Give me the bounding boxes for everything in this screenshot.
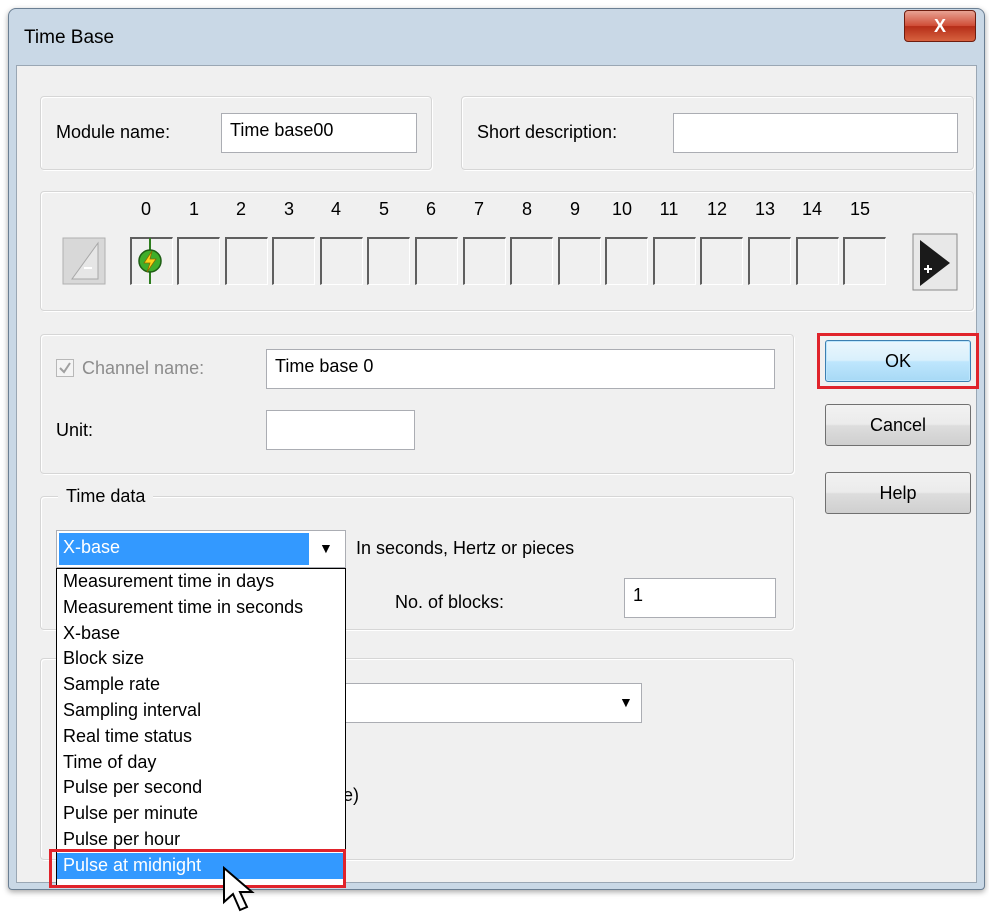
channel-number-10: 10: [611, 199, 633, 219]
selected-value-text: X-base: [63, 537, 121, 557]
list-item[interactable]: Sample rate: [57, 672, 345, 698]
no-of-blocks-label: No. of blocks:: [395, 592, 505, 612]
close-button[interactable]: X: [904, 10, 976, 42]
lower-select[interactable]: ▼: [296, 683, 642, 723]
channel-number-0: 0: [140, 199, 151, 219]
channel-number-11: 11: [659, 199, 679, 219]
time-data-select[interactable]: X-base ▼: [56, 530, 346, 568]
list-item[interactable]: Real time status: [57, 724, 345, 750]
channel-slot-10[interactable]: [605, 237, 648, 285]
time-data-group-label: Time data: [58, 486, 154, 507]
unit-label: Unit:: [56, 420, 94, 440]
channel-number-6: 6: [425, 199, 436, 219]
channel-slot-13[interactable]: [748, 237, 791, 285]
module-name-label: Module name:: [56, 122, 171, 142]
channel-slot-14[interactable]: [796, 237, 839, 285]
list-item[interactable]: Measurement time in seconds: [57, 595, 345, 621]
channel-number-9: 9: [569, 199, 580, 219]
no-of-blocks-input[interactable]: 1: [624, 578, 776, 618]
short-description-label: Short description:: [477, 122, 618, 142]
lightning-plug-icon: [138, 238, 162, 284]
help-button[interactable]: Help: [825, 472, 971, 514]
channel-number-1: 1: [188, 199, 199, 219]
time-data-dropdown-list: Measurement time in days Measurement tim…: [56, 568, 346, 888]
channel-name-input[interactable]: Time base 0: [266, 349, 775, 389]
list-item[interactable]: Time of day: [57, 750, 345, 776]
previous-channel-button[interactable]: [62, 237, 106, 285]
channel-number-8: 8: [521, 199, 532, 219]
channel-number-5: 5: [378, 199, 389, 219]
short-description-input[interactable]: [673, 113, 958, 153]
channel-name-label: Channel name:: [82, 358, 205, 378]
list-item[interactable]: Pulse per minute: [57, 801, 345, 827]
channel-slot-15[interactable]: [843, 237, 886, 285]
checkmark-icon: [59, 362, 71, 374]
list-item[interactable]: X-base: [57, 621, 345, 647]
channel-slot-3[interactable]: [272, 237, 315, 285]
channel-slot-11[interactable]: [653, 237, 696, 285]
arrow-right-plus-icon: [912, 233, 958, 291]
list-item[interactable]: Sampling interval: [57, 698, 345, 724]
next-channel-button[interactable]: [912, 232, 958, 292]
channel-slot-1[interactable]: [177, 237, 220, 285]
window-title: Time Base: [24, 27, 115, 48]
channel-number-15: 15: [849, 199, 871, 219]
channel-slot-9[interactable]: [558, 237, 601, 285]
channel-slot-8[interactable]: [510, 237, 553, 285]
chevron-down-icon: ▼: [619, 694, 633, 710]
arrow-left-minus-icon: [62, 237, 106, 285]
channel-slot-7[interactable]: [463, 237, 506, 285]
channel-number-14: 14: [801, 199, 823, 219]
channel-slot-6[interactable]: [415, 237, 458, 285]
list-item[interactable]: Block size: [57, 646, 345, 672]
channel-number-12: 12: [706, 199, 728, 219]
list-item[interactable]: Pulse per second: [57, 775, 345, 801]
chevron-down-icon: ▼: [319, 540, 333, 556]
channel-name-checkbox[interactable]: [56, 359, 74, 377]
mouse-cursor-icon: [223, 866, 255, 912]
list-item[interactable]: Measurement time in days: [57, 569, 345, 595]
channel-number-2: 2: [235, 199, 246, 219]
close-icon: X: [933, 15, 946, 36]
channel-slot-4[interactable]: [320, 237, 363, 285]
pulse-at-midnight-highlight-box: [49, 849, 346, 888]
channel-number-4: 4: [330, 199, 341, 219]
channel-number-13: 13: [754, 199, 776, 219]
unit-input[interactable]: [266, 410, 415, 450]
module-name-input[interactable]: Time base00: [221, 113, 417, 153]
channel-slot-5[interactable]: [367, 237, 410, 285]
ok-highlight-box: [817, 333, 979, 389]
channel-slot-0[interactable]: [130, 237, 173, 285]
channel-slot-12[interactable]: [700, 237, 743, 285]
channel-number-3: 3: [283, 199, 294, 219]
cancel-button[interactable]: Cancel: [825, 404, 971, 446]
channel-slot-2[interactable]: [225, 237, 268, 285]
channel-number-7: 7: [473, 199, 484, 219]
time-data-hint: In seconds, Hertz or pieces: [356, 538, 575, 558]
